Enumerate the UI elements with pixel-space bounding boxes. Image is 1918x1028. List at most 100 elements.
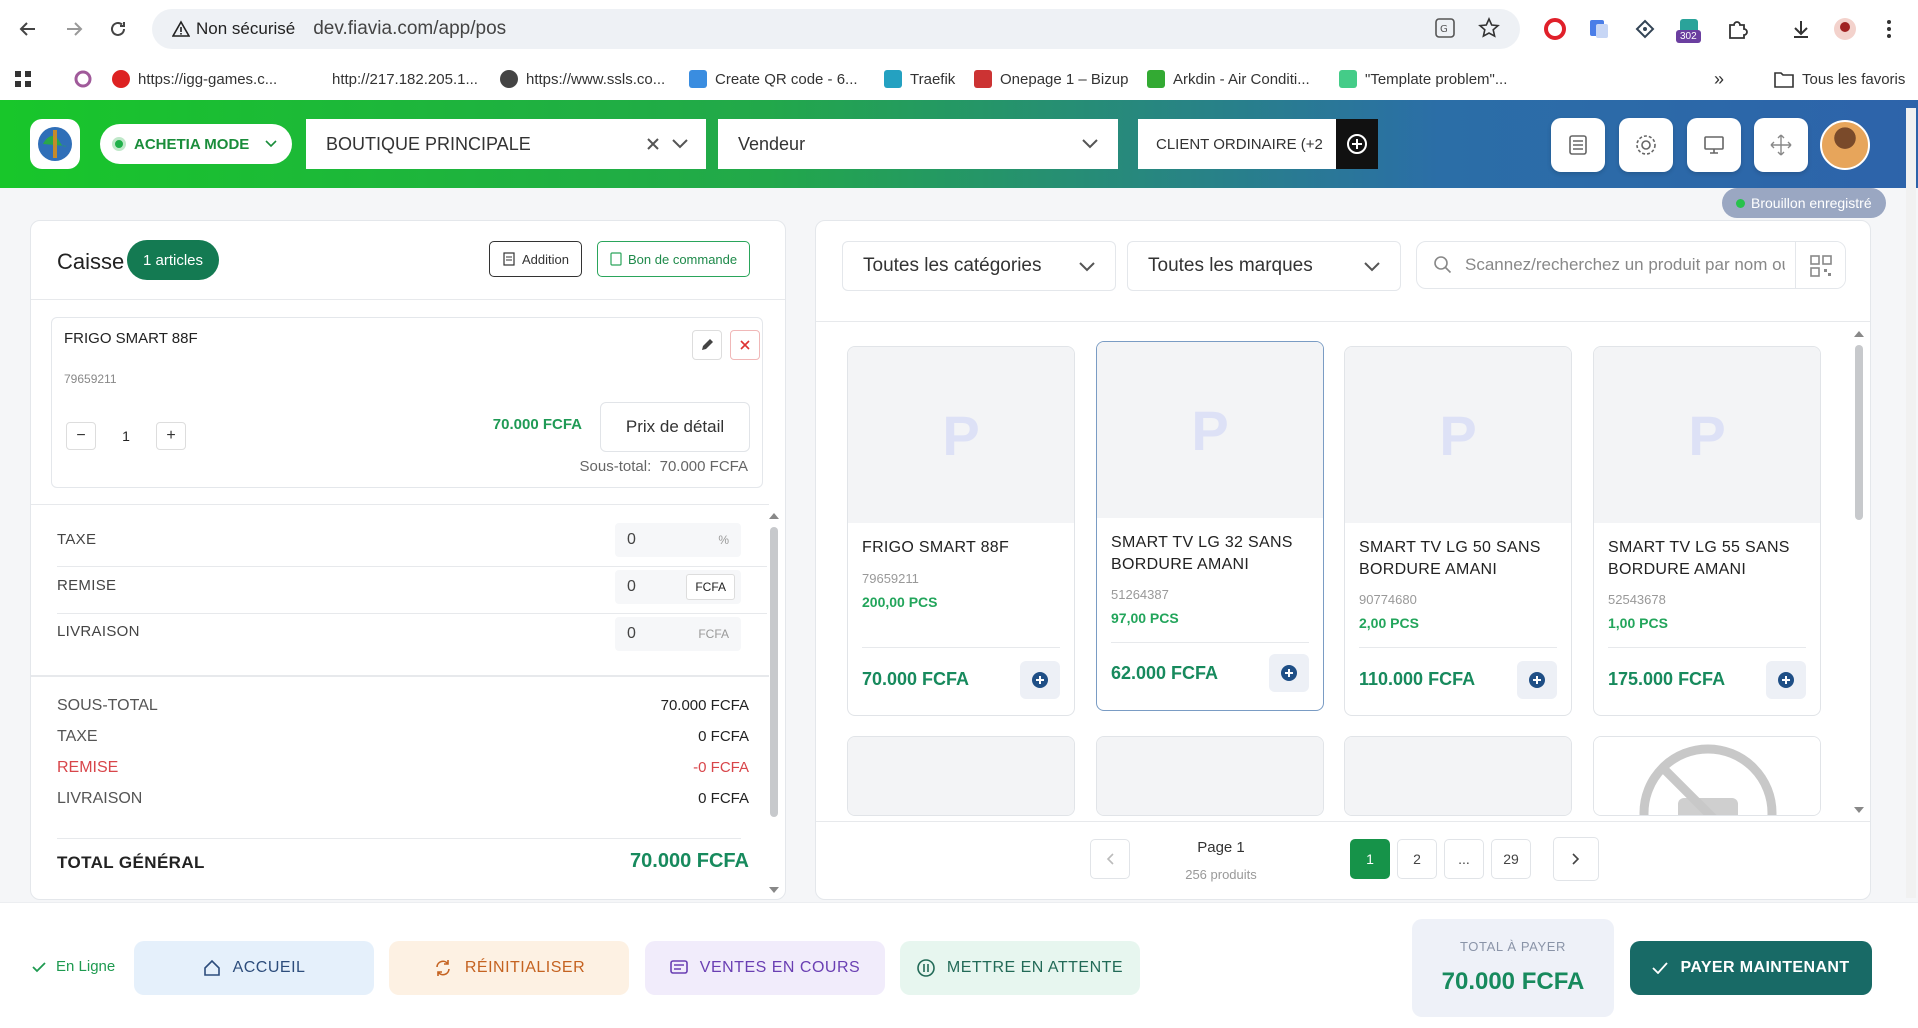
- decrease-qty-button[interactable]: −: [66, 422, 96, 450]
- tax-input[interactable]: 0 %: [615, 523, 741, 557]
- product-price: 175.000 FCFA: [1608, 669, 1726, 689]
- cart-item: FRIGO SMART 88F 79659211 − 1 + 70.000 FC…: [51, 317, 763, 488]
- receipt-button[interactable]: [1551, 118, 1605, 172]
- product-stock: 2,00 PCS: [1359, 615, 1419, 631]
- download-icon[interactable]: [1786, 14, 1816, 44]
- product-card[interactable]: P FRIGO SMART 88F 79659211 200,00 PCS 70…: [847, 346, 1075, 716]
- apps-grid-icon[interactable]: [14, 58, 32, 100]
- qty-value[interactable]: 1: [116, 428, 136, 444]
- price-type-select[interactable]: Prix de détail: [600, 402, 750, 452]
- product-card[interactable]: [1344, 736, 1572, 816]
- star-icon[interactable]: [1478, 17, 1500, 39]
- bookmark-item[interactable]: Arkdin - Air Conditi...: [1147, 58, 1310, 100]
- app-logo[interactable]: [30, 119, 80, 169]
- store-select[interactable]: BOUTIQUE PRINCIPALE: [306, 119, 706, 169]
- discount-unit-toggle[interactable]: FCFA: [686, 574, 735, 600]
- qr-code-icon: [1809, 255, 1832, 277]
- settings-button[interactable]: [1619, 118, 1673, 172]
- summary-discount-label: REMISE: [57, 759, 119, 776]
- increase-qty-button[interactable]: +: [156, 422, 186, 450]
- monitor-icon: [1704, 136, 1724, 154]
- security-chip[interactable]: Non sécurisé: [162, 14, 305, 44]
- saved-dot: [1736, 198, 1745, 208]
- add-to-cart-button[interactable]: [1020, 661, 1060, 699]
- profile-icon[interactable]: [1830, 14, 1860, 44]
- home-icon: [203, 959, 220, 976]
- scroll-up-icon[interactable]: [1854, 331, 1864, 337]
- forward-icon[interactable]: [52, 7, 96, 51]
- seller-select[interactable]: Vendeur: [718, 119, 1118, 169]
- ongoing-sales-button[interactable]: VENTES EN COURS: [645, 941, 885, 995]
- footer-bar: En Ligne ACCUEIL RÉINITIALISER VENTES EN…: [0, 902, 1918, 1028]
- summary-discount-value: -0 FCFA: [693, 759, 749, 776]
- product-card[interactable]: [1593, 736, 1821, 816]
- category-select[interactable]: Toutes les catégories: [842, 241, 1116, 291]
- product-card[interactable]: P SMART TV LG 50 SANS BORDURE AMANI 9077…: [1344, 346, 1572, 716]
- back-icon[interactable]: [6, 7, 50, 51]
- bookmark-item[interactable]: "Template problem"...: [1339, 58, 1507, 100]
- pay-now-button[interactable]: PAYER MAINTENANT: [1630, 941, 1872, 995]
- add-to-cart-button[interactable]: [1269, 654, 1309, 692]
- divider: [862, 647, 1060, 648]
- google-translate-icon[interactable]: [1584, 14, 1614, 44]
- page-button-29[interactable]: 29: [1491, 839, 1531, 879]
- product-card[interactable]: P SMART TV LG 55 SANS BORDURE AMANI 5254…: [1593, 346, 1821, 716]
- opera-icon[interactable]: [1540, 14, 1570, 44]
- scroll-up-icon[interactable]: [769, 513, 779, 519]
- mode-switch[interactable]: ACHETIA MODE: [100, 124, 292, 164]
- product-count: 256 produits: [1185, 867, 1257, 882]
- user-avatar[interactable]: [1820, 120, 1870, 170]
- add-to-cart-button[interactable]: [1766, 661, 1806, 699]
- bookmark-item[interactable]: Create QR code - 6...: [689, 58, 858, 100]
- qr-scan-button[interactable]: [1795, 242, 1845, 288]
- next-page-button[interactable]: [1553, 837, 1599, 881]
- search-placeholder: Scannez/recherchez un produit par nom ou…: [1465, 255, 1785, 274]
- address-bar[interactable]: Non sécurisé dev.fiavia.com/app/pos G: [152, 9, 1520, 49]
- product-search[interactable]: Scannez/recherchez un produit par nom ou…: [1416, 241, 1846, 289]
- add-to-cart-button[interactable]: [1517, 661, 1557, 699]
- bookmark-circle-icon[interactable]: [73, 58, 93, 100]
- hold-button[interactable]: METTRE EN ATTENTE: [900, 941, 1140, 995]
- puzzle-icon[interactable]: [1722, 14, 1752, 44]
- all-favorites[interactable]: Tous les favoris: [1774, 58, 1905, 100]
- bookmark-item[interactable]: Onepage 1 – Bizup: [974, 58, 1128, 100]
- extension-badge-icon[interactable]: 302: [1674, 14, 1704, 44]
- brand-select[interactable]: Toutes les marques: [1127, 241, 1401, 291]
- translate-icon[interactable]: G: [1434, 17, 1456, 39]
- bookmark-item[interactable]: https://igg-games.c...: [112, 58, 277, 100]
- add-client-button[interactable]: [1336, 119, 1378, 169]
- product-card[interactable]: [1096, 736, 1324, 816]
- page-scrollbar[interactable]: [1906, 108, 1916, 898]
- bookmark-item[interactable]: http://217.182.205.1...: [332, 58, 478, 100]
- remove-item-button[interactable]: [730, 330, 760, 360]
- page-button-1[interactable]: 1: [1350, 839, 1390, 879]
- cart-scrollbar[interactable]: [770, 527, 778, 817]
- display-button[interactable]: [1687, 118, 1741, 172]
- product-card[interactable]: P SMART TV LG 32 SANS BORDURE AMANI 5126…: [1096, 341, 1324, 711]
- page-button-2[interactable]: 2: [1397, 839, 1437, 879]
- edit-item-button[interactable]: [692, 330, 722, 360]
- home-button[interactable]: ACCUEIL: [134, 941, 374, 995]
- order-form-button[interactable]: Bon de commande: [597, 241, 751, 277]
- menu-dots-icon[interactable]: [1874, 14, 1904, 44]
- fullscreen-button[interactable]: [1754, 118, 1808, 172]
- scroll-down-icon[interactable]: [769, 887, 779, 893]
- reset-button[interactable]: RÉINITIALISER: [389, 941, 629, 995]
- bookmark-item[interactable]: https://www.ssls.co...: [500, 58, 665, 100]
- scroll-down-icon[interactable]: [1854, 807, 1864, 813]
- divider: [1608, 647, 1806, 648]
- discount-input[interactable]: 0 FCFA: [615, 570, 741, 604]
- reload-icon[interactable]: [96, 7, 140, 51]
- products-scrollbar[interactable]: [1855, 345, 1863, 520]
- addition-button[interactable]: Addition: [489, 241, 582, 277]
- plus-circle-icon: [1529, 672, 1545, 688]
- clear-icon[interactable]: [646, 137, 660, 151]
- summary-subtotal-value: 70.000 FCFA: [660, 697, 749, 714]
- product-card[interactable]: [847, 736, 1075, 816]
- divider: [31, 675, 769, 677]
- bookmark-item[interactable]: Traefik: [884, 58, 955, 100]
- delivery-input[interactable]: 0 FCFA: [615, 617, 741, 651]
- prev-page-button[interactable]: [1090, 839, 1130, 879]
- extension-diamond-icon[interactable]: [1630, 14, 1660, 44]
- bookmarks-more[interactable]: »: [1714, 58, 1724, 100]
